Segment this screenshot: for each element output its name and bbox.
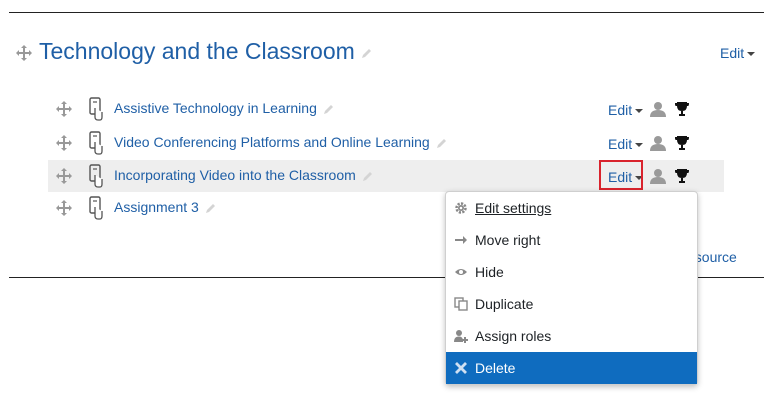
assignment-icon xyxy=(88,131,104,155)
activity-link[interactable]: Assistive Technology in Learning xyxy=(114,100,335,116)
activity-link[interactable]: Video Conferencing Platforms and Online … xyxy=(114,134,448,150)
chevron-down-icon xyxy=(635,143,644,148)
menu-item-delete[interactable]: Delete xyxy=(446,352,697,384)
trophy-icon[interactable] xyxy=(674,135,690,156)
activity-link[interactable]: Incorporating Video into the Classroom xyxy=(114,167,374,183)
section-title-text[interactable]: Technology and the Classroom xyxy=(39,38,355,64)
gear-icon xyxy=(454,201,468,215)
assignment-icon xyxy=(88,164,104,188)
menu-item-label: Delete xyxy=(475,360,516,376)
edit-name-pencil-icon[interactable] xyxy=(323,103,335,115)
duplicate-icon xyxy=(454,297,468,311)
move-section-icon[interactable] xyxy=(16,45,32,61)
eye-icon xyxy=(454,265,468,279)
move-activity-icon[interactable] xyxy=(56,135,72,151)
activity-name[interactable]: Assignment 3 xyxy=(114,199,199,215)
section-edit-label[interactable]: Edit xyxy=(720,45,744,61)
delete-icon xyxy=(454,361,468,375)
trophy-icon[interactable] xyxy=(674,168,690,189)
menu-item-label: Duplicate xyxy=(475,296,534,312)
arrow-right-icon xyxy=(454,233,468,247)
activity-row: Video Conferencing Platforms and Online … xyxy=(48,127,724,159)
chevron-down-icon xyxy=(635,109,644,114)
menu-item-edit-settings[interactable]: Edit settings xyxy=(446,192,697,224)
edit-dropdown-menu: Edit settings Move right Hide Duplicate … xyxy=(445,191,698,385)
activity-name[interactable]: Assistive Technology in Learning xyxy=(114,100,317,116)
user-icon[interactable] xyxy=(650,135,666,156)
user-icon[interactable] xyxy=(650,101,666,122)
activity-edit-label[interactable]: Edit xyxy=(608,102,632,118)
menu-item-label: Edit settings xyxy=(475,200,552,216)
activity-edit-menu[interactable]: Edit xyxy=(608,136,644,152)
move-activity-icon[interactable] xyxy=(56,101,72,117)
activity-name[interactable]: Incorporating Video into the Classroom xyxy=(114,167,356,183)
activity-edit-label[interactable]: Edit xyxy=(608,136,632,152)
activity-name[interactable]: Video Conferencing Platforms and Online … xyxy=(114,134,430,150)
edit-title-pencil-icon[interactable] xyxy=(361,47,373,59)
assign-roles-icon xyxy=(454,329,468,343)
section-edit-menu[interactable]: Edit xyxy=(720,45,756,61)
edit-name-pencil-icon[interactable] xyxy=(436,137,448,149)
menu-item-assign-roles[interactable]: Assign roles xyxy=(446,320,697,352)
edit-name-pencil-icon[interactable] xyxy=(205,202,217,214)
top-divider xyxy=(9,12,764,13)
edit-menu-highlight-box xyxy=(599,160,643,190)
menu-item-label: Assign roles xyxy=(475,328,552,344)
menu-item-move-right[interactable]: Move right xyxy=(446,224,697,256)
move-activity-icon[interactable] xyxy=(56,200,72,216)
activity-row: Assistive Technology in Learning Edit xyxy=(48,93,724,125)
section-title[interactable]: Technology and the Classroom xyxy=(39,38,373,65)
menu-item-label: Hide xyxy=(475,264,504,280)
menu-item-duplicate[interactable]: Duplicate xyxy=(446,288,697,320)
move-activity-icon[interactable] xyxy=(56,168,72,184)
activity-edit-menu[interactable]: Edit xyxy=(608,102,644,118)
menu-item-hide[interactable]: Hide xyxy=(446,256,697,288)
assignment-icon xyxy=(88,196,104,220)
user-icon[interactable] xyxy=(650,168,666,189)
activity-link[interactable]: Assignment 3 xyxy=(114,199,217,215)
trophy-icon[interactable] xyxy=(674,101,690,122)
assignment-icon xyxy=(88,97,104,121)
chevron-down-icon xyxy=(747,52,756,57)
edit-name-pencil-icon[interactable] xyxy=(362,170,374,182)
menu-item-label: Move right xyxy=(475,232,541,248)
